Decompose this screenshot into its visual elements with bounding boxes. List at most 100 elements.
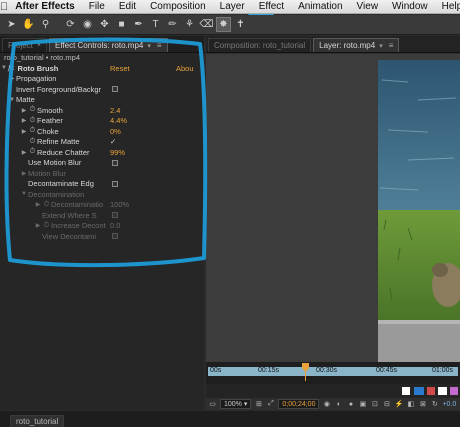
expand-triangle-icon[interactable]: ▶	[20, 170, 28, 177]
expand-triangle-icon[interactable]: ▼	[0, 65, 8, 71]
property-row[interactable]: ▶ ⏱ Reduce Chatter 99%	[0, 147, 204, 158]
stopwatch-icon[interactable]: ⏱	[28, 138, 37, 146]
property-value[interactable]: 100%	[110, 200, 129, 209]
menu-edit[interactable]: Edit	[112, 1, 143, 12]
stopwatch-icon[interactable]: ⏱	[28, 117, 37, 125]
property-value[interactable]: 0.0	[110, 221, 120, 230]
hand-tool-icon[interactable]: ✋	[21, 17, 36, 32]
selection-tool-icon[interactable]: ➤	[4, 17, 19, 32]
property-row[interactable]: ▶ Motion Blur	[0, 168, 204, 179]
property-row[interactable]: Decontaminate Edg	[0, 179, 204, 190]
stopwatch-icon[interactable]: ⏱	[28, 106, 37, 114]
stopwatch-icon[interactable]: ⏱	[28, 127, 37, 135]
panel-menu-icon[interactable]: ≡	[157, 41, 162, 50]
clone-stamp-tool-icon[interactable]: ⚘	[182, 17, 197, 32]
stopwatch-icon[interactable]: ⏱	[28, 148, 37, 156]
stopwatch-icon[interactable]: ⏱	[42, 222, 51, 230]
property-row[interactable]: Extend Where S	[0, 210, 204, 221]
property-row[interactable]: ⏱ Refine Matte ✓	[0, 137, 204, 148]
tab-layer[interactable]: Layer: roto.mp4 ▾ ≡	[313, 38, 400, 52]
property-row[interactable]: Use Motion Blur	[0, 158, 204, 169]
expand-triangle-icon[interactable]: ▶	[34, 222, 42, 229]
menu-file[interactable]: File	[82, 1, 112, 12]
menu-effect[interactable]: Effect	[252, 1, 291, 12]
about-button[interactable]: Abou	[176, 64, 194, 73]
expand-triangle-icon[interactable]: ▶	[34, 201, 42, 208]
fast-preview-icon[interactable]: ⚡	[394, 400, 404, 409]
safe-zones-icon[interactable]: ⊞	[254, 400, 263, 409]
video-frame[interactable]	[378, 60, 460, 366]
snapshot-icon[interactable]	[402, 387, 410, 395]
pan-behind-tool-icon[interactable]: ✥	[97, 17, 112, 32]
lock-icon[interactable]: ⊠	[418, 400, 427, 409]
brush-tool-icon[interactable]: ✏	[165, 17, 180, 32]
region-icon[interactable]	[427, 387, 435, 395]
property-row[interactable]: ▶ ⏱ Decontaminatio 100%	[0, 200, 204, 211]
show-snapshot-icon[interactable]: ◐	[334, 400, 343, 409]
menu-window[interactable]: Window	[385, 1, 435, 12]
timeline-ruler[interactable]: 00s 00:15s 00:30s 00:45s 01:00s	[206, 362, 460, 384]
pen-tool-icon[interactable]: ✒	[131, 17, 146, 32]
zoom-tool-icon[interactable]: ⚲	[38, 17, 53, 32]
playhead-icon[interactable]	[302, 363, 309, 381]
collapse-triangle-icon[interactable]: ▼	[8, 97, 16, 103]
panel-menu-icon[interactable]: ≡	[389, 41, 394, 50]
chevron-down-icon[interactable]: ▾	[147, 42, 151, 50]
color-picker-icon[interactable]: ●	[346, 400, 355, 409]
effect-header[interactable]: ▼ fx Roto Brush Reset Abou	[0, 63, 204, 74]
property-row[interactable]: ▼ Matte	[0, 95, 204, 106]
mask-icon[interactable]	[450, 387, 458, 395]
property-row[interactable]: ▶ ⏱ Choke 0%	[0, 126, 204, 137]
property-checkbox[interactable]	[112, 180, 118, 187]
tab-roto-tutorial[interactable]: roto_tutorial	[10, 415, 65, 427]
property-check-value[interactable]: ✓	[110, 137, 116, 146]
rotate-tool-icon[interactable]: ⟳	[63, 17, 78, 32]
property-checkbox[interactable]	[112, 86, 118, 93]
close-icon[interactable]: ×	[37, 42, 41, 49]
puppet-pin-tool-icon[interactable]: ✝	[233, 17, 248, 32]
tab-project[interactable]: Project ×	[2, 38, 47, 52]
property-checkbox[interactable]	[112, 212, 118, 219]
expand-triangle-icon[interactable]: ▶	[20, 107, 28, 114]
camera-tool-icon[interactable]: ◉	[80, 17, 95, 32]
expand-icon[interactable]: ⤢	[266, 400, 275, 409]
zoom-dropdown[interactable]: 100% ▾	[220, 399, 252, 409]
exposure-value[interactable]: +0.0	[442, 401, 456, 408]
property-value[interactable]: 99%	[110, 148, 125, 157]
channel-icon[interactable]	[414, 387, 424, 395]
stopwatch-icon[interactable]: ⏱	[42, 201, 51, 209]
grid-icon[interactable]: ⊟	[382, 400, 391, 409]
property-row[interactable]: ▶ ⏱ Smooth 2.4	[0, 105, 204, 116]
refresh-icon[interactable]: ↻	[430, 400, 439, 409]
roi-icon[interactable]: ⊡	[370, 400, 379, 409]
property-row[interactable]: ▶ ⏱ Feather 4.4%	[0, 116, 204, 127]
expand-triangle-icon[interactable]: ▶	[20, 128, 28, 135]
property-checkbox[interactable]	[112, 233, 118, 240]
transparency-grid-icon[interactable]	[438, 387, 447, 395]
roto-brush-tool-icon[interactable]: ✸	[216, 17, 231, 32]
menu-composition[interactable]: Composition	[143, 1, 213, 12]
eraser-tool-icon[interactable]: ⌫	[199, 17, 214, 32]
tab-effect-controls[interactable]: Effect Controls: roto.mp4 ▾ ≡	[49, 38, 168, 52]
property-value[interactable]: 4.4%	[110, 116, 127, 125]
fx-icon[interactable]: fx	[8, 64, 15, 72]
expand-triangle-icon[interactable]: ▶	[20, 149, 28, 156]
always-preview-icon[interactable]: ▭	[208, 400, 217, 409]
rectangle-tool-icon[interactable]: ■	[114, 17, 129, 32]
property-row[interactable]: View Decontami	[0, 231, 204, 242]
apple-icon[interactable]: 	[0, 1, 8, 13]
layer-viewer[interactable]	[206, 54, 460, 366]
text-tool-icon[interactable]: T	[148, 17, 163, 32]
view-options-icon[interactable]: ▣	[358, 400, 367, 409]
property-row[interactable]: ▼ Decontamination	[0, 189, 204, 200]
timecode-field[interactable]: 0;00;24;00	[278, 399, 320, 409]
property-row[interactable]: ▶ ⏱ Increase Decont 0.0	[0, 221, 204, 232]
tab-composition[interactable]: Composition: roto_tutorial	[208, 38, 312, 52]
draft-icon[interactable]: ◧	[406, 400, 415, 409]
property-checkbox[interactable]	[112, 159, 118, 166]
property-value[interactable]: 0%	[110, 127, 121, 136]
menu-app-name[interactable]: After Effects	[8, 1, 81, 12]
menu-layer[interactable]: Layer	[213, 1, 252, 12]
menu-help[interactable]: Help	[435, 1, 460, 12]
chevron-down-icon[interactable]: ▾	[379, 42, 383, 50]
